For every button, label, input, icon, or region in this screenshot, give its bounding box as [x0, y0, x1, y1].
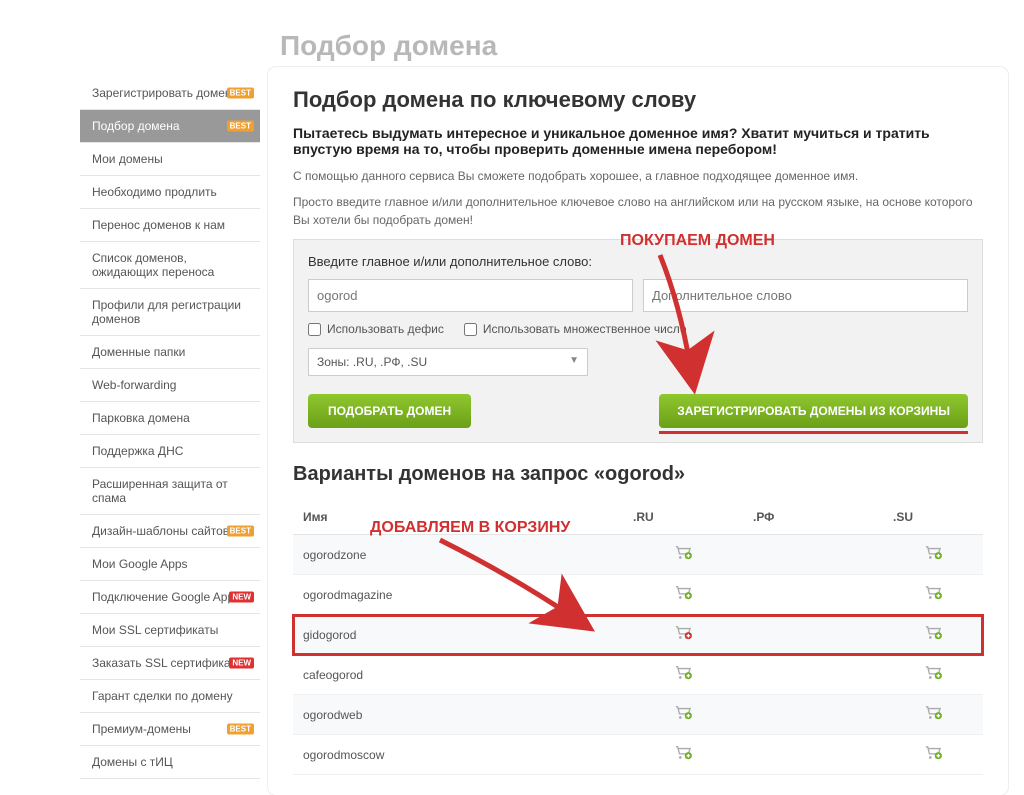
- add-to-cart-icon[interactable]: [924, 705, 942, 719]
- add-to-cart-icon[interactable]: [674, 745, 692, 759]
- sidebar-item[interactable]: Мои Google Apps: [80, 548, 260, 581]
- best-badge-icon: BEST: [227, 526, 254, 537]
- best-badge-icon: BEST: [227, 724, 254, 735]
- su-cell: [883, 535, 983, 575]
- ru-cell: [623, 575, 743, 615]
- keyword-input[interactable]: [308, 279, 633, 312]
- table-row: ogorodzone: [293, 535, 983, 575]
- search-form: Введите главное и/или дополнительное сло…: [293, 239, 983, 443]
- sidebar-item[interactable]: Парковка домена: [80, 402, 260, 435]
- add-to-cart-icon[interactable]: [924, 745, 942, 759]
- best-badge-icon: BEST: [227, 88, 254, 99]
- panel-desc2: Просто введите главное и/или дополнитель…: [293, 193, 983, 229]
- su-cell: [883, 615, 983, 655]
- su-cell: [883, 695, 983, 735]
- annotation-underline: [659, 431, 968, 434]
- sidebar-item[interactable]: Список доменов, ожидающих переноса: [80, 242, 260, 289]
- sidebar-item[interactable]: Подбор доменаBEST: [80, 110, 260, 143]
- domain-name-cell: ogorodmoscow: [293, 735, 623, 775]
- table-row: ogorodmoscow: [293, 735, 983, 775]
- plural-checkbox-label[interactable]: Использовать множественное число: [464, 322, 687, 336]
- ru-cell: [623, 735, 743, 775]
- zone-select[interactable]: Зоны: .RU, .РФ, .SU: [308, 348, 588, 376]
- page-title: Подбор домена: [0, 0, 1024, 77]
- ru-cell: [623, 695, 743, 735]
- add-to-cart-icon[interactable]: [674, 665, 692, 679]
- su-cell: [883, 735, 983, 775]
- search-button[interactable]: ПОДОБРАТЬ ДОМЕН: [308, 394, 471, 428]
- col-ru: .RU: [623, 500, 743, 535]
- new-badge-icon: NEW: [229, 658, 254, 669]
- add-to-cart-icon[interactable]: [924, 545, 942, 559]
- best-badge-icon: BEST: [227, 121, 254, 132]
- sidebar-item[interactable]: Перенос доменов к нам: [80, 209, 260, 242]
- rf-cell: [743, 575, 883, 615]
- table-row: ogorodweb: [293, 695, 983, 735]
- sidebar-item[interactable]: Необходимо продлить: [80, 176, 260, 209]
- rf-cell: [743, 615, 883, 655]
- sidebar-item[interactable]: Мои SSL сертификаты: [80, 614, 260, 647]
- col-name: Имя: [293, 500, 623, 535]
- hyphen-checkbox-label[interactable]: Использовать дефис: [308, 322, 444, 336]
- form-label: Введите главное и/или дополнительное сло…: [308, 254, 968, 269]
- ru-cell: [623, 655, 743, 695]
- new-badge-icon: NEW: [229, 592, 254, 603]
- plural-checkbox[interactable]: [464, 323, 477, 336]
- hyphen-checkbox[interactable]: [308, 323, 321, 336]
- add-to-cart-icon[interactable]: [924, 585, 942, 599]
- sidebar: Зарегистрировать доменBESTПодбор доменаB…: [80, 77, 260, 795]
- sidebar-item[interactable]: Доменные папки: [80, 336, 260, 369]
- add-to-cart-icon[interactable]: [924, 625, 942, 639]
- table-row: ogorodmagazine: [293, 575, 983, 615]
- sidebar-item[interactable]: Расширенная защита от спама: [80, 468, 260, 515]
- sidebar-item[interactable]: Web-forwarding: [80, 369, 260, 402]
- sidebar-item[interactable]: Подключение Google AppsNEW: [80, 581, 260, 614]
- domain-name-cell: ogorodmagazine: [293, 575, 623, 615]
- ru-cell: [623, 535, 743, 575]
- add-to-cart-icon[interactable]: [674, 545, 692, 559]
- su-cell: [883, 575, 983, 615]
- rf-cell: [743, 695, 883, 735]
- additional-keyword-input[interactable]: [643, 279, 968, 312]
- results-title: Варианты доменов на запрос «ogorod»: [293, 463, 983, 486]
- table-row: gidogorod: [293, 615, 983, 655]
- sidebar-item[interactable]: Домены с тИЦ: [80, 746, 260, 779]
- sidebar-item[interactable]: Профили для регистрации доменов: [80, 289, 260, 336]
- sidebar-item[interactable]: Дизайн-шаблоны сайтовBEST: [80, 515, 260, 548]
- add-to-cart-icon[interactable]: [924, 665, 942, 679]
- domain-name-cell: cafeogorod: [293, 655, 623, 695]
- add-to-cart-icon[interactable]: [674, 625, 692, 639]
- sidebar-item[interactable]: Зарегистрировать доменBEST: [80, 77, 260, 110]
- ru-cell: [623, 615, 743, 655]
- col-su: .SU: [883, 500, 983, 535]
- rf-cell: [743, 735, 883, 775]
- add-to-cart-icon[interactable]: [674, 705, 692, 719]
- sidebar-item[interactable]: Поддержка ДНС: [80, 435, 260, 468]
- add-to-cart-icon[interactable]: [674, 585, 692, 599]
- rf-cell: [743, 535, 883, 575]
- panel-heading: Подбор домена по ключевому слову: [293, 87, 983, 113]
- register-domains-button[interactable]: ЗАРЕГИСТРИРОВАТЬ ДОМЕНЫ ИЗ КОРЗИНЫ: [659, 394, 968, 428]
- sidebar-item[interactable]: Гарант сделки по домену: [80, 680, 260, 713]
- sidebar-item[interactable]: Заказать SSL сертификатNEW: [80, 647, 260, 680]
- table-row: cafeogorod: [293, 655, 983, 695]
- main-panel: Подбор домена по ключевому слову Пытаете…: [268, 67, 1008, 795]
- sidebar-item[interactable]: Премиум-доменыBEST: [80, 713, 260, 746]
- domain-name-cell: ogorodweb: [293, 695, 623, 735]
- results-table: Имя .RU .РФ .SU ogorodzoneogorodmagazine…: [293, 500, 983, 775]
- domain-name-cell: gidogorod: [293, 615, 623, 655]
- domain-name-cell: ogorodzone: [293, 535, 623, 575]
- panel-desc1: С помощью данного сервиса Вы сможете под…: [293, 167, 983, 185]
- su-cell: [883, 655, 983, 695]
- panel-subheading: Пытаетесь выдумать интересное и уникальн…: [293, 125, 983, 157]
- col-rf: .РФ: [743, 500, 883, 535]
- sidebar-item[interactable]: Мои домены: [80, 143, 260, 176]
- rf-cell: [743, 655, 883, 695]
